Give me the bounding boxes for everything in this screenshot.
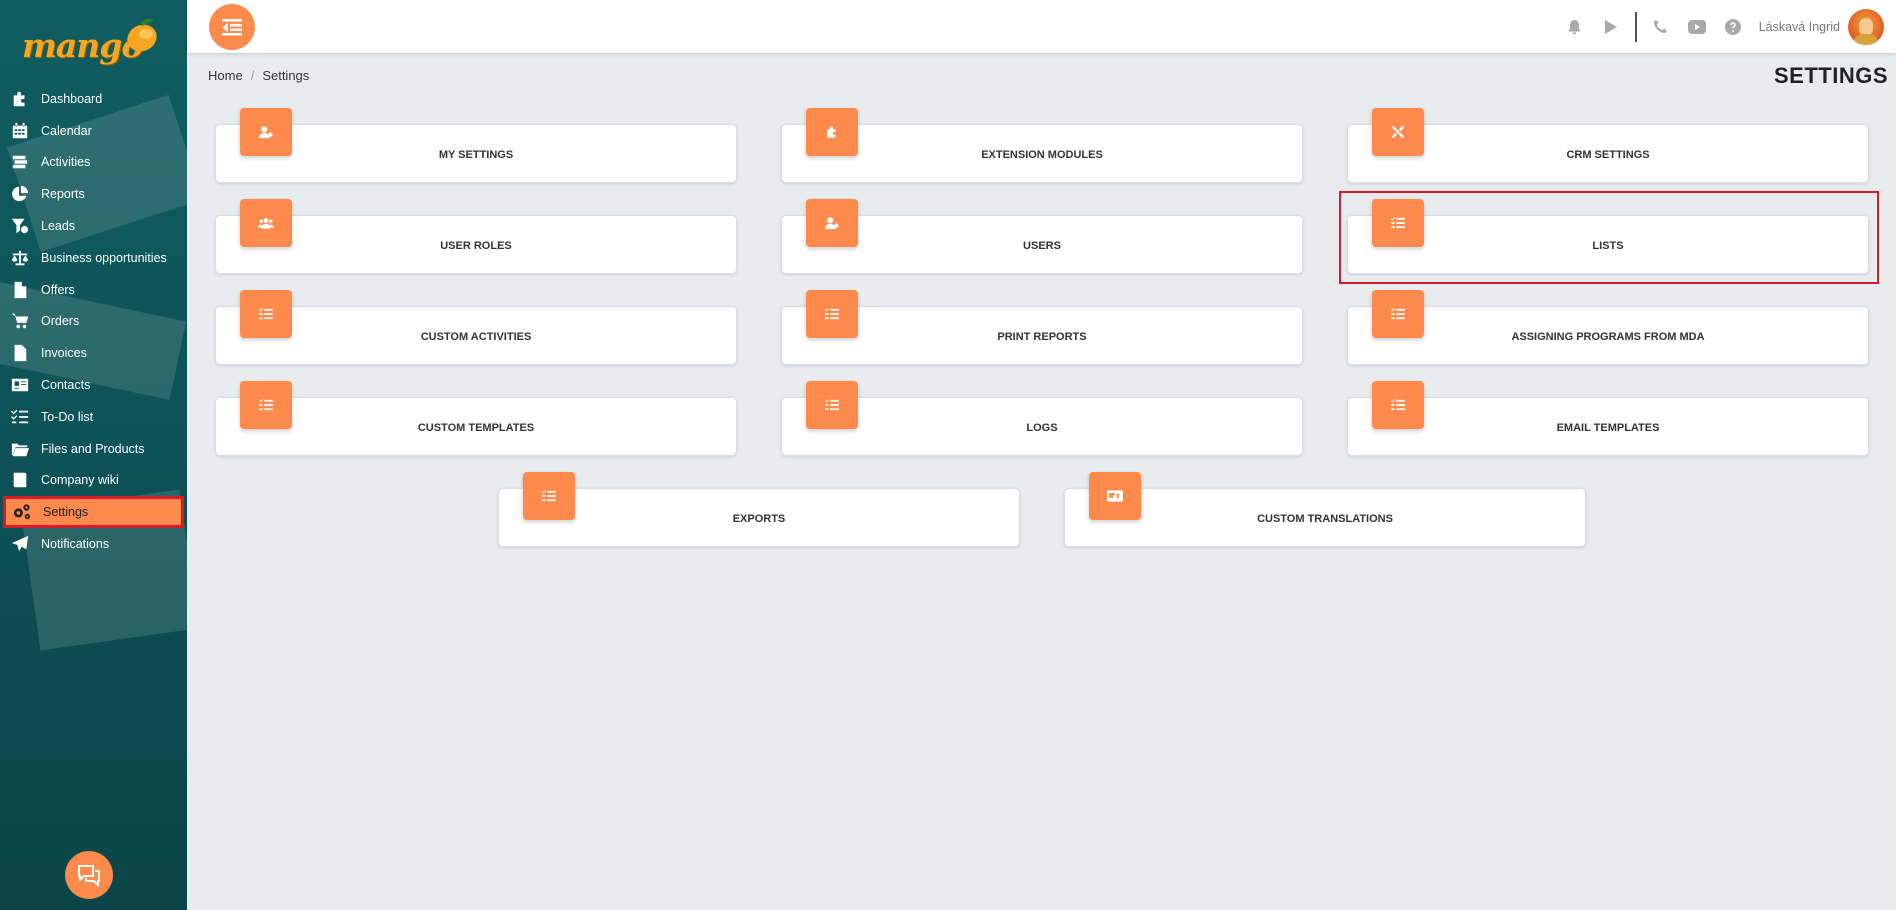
sidebar-item-label: Leads [41,219,76,234]
avatar-body [1854,33,1878,45]
funnel-icon [10,216,30,236]
checklist-icon [10,407,30,427]
chat-bubbles-icon [78,865,100,887]
sidebar-item-files-and-products[interactable]: Files and Products [0,433,187,465]
card-label: CUSTOM TEMPLATES [417,421,535,434]
sidebar-item-label: Reports [41,187,85,202]
card-label: USERS [1023,239,1061,252]
lists-highlight-frame [1339,191,1879,284]
gears-icon [12,502,32,522]
card-email-templates[interactable]: EMAIL TEMPLATES [1347,381,1869,456]
sidebar-item-label: Invoices [41,346,87,361]
sidebar-item-notifications[interactable]: Notifications [0,528,187,560]
card-custom-templates[interactable]: CUSTOM TEMPLATES [215,381,737,456]
avatar[interactable] [1848,8,1884,45]
sidebar-item-activities[interactable]: Activities [0,147,187,179]
sidebar-item-to-do-list[interactable]: To-Do list [0,401,187,433]
paper-plane-icon [10,534,30,554]
sidebar-item-label: Business opportunities [41,250,167,265]
breadcrumb-current: Settings [262,68,310,83]
scales-icon [10,248,30,268]
sidebar-item-leads[interactable]: Leads [0,210,187,242]
divider [1634,11,1637,42]
card-users[interactable]: USERS [781,199,1303,274]
sidebar-item-label: Files and Products [41,441,145,456]
sidebar-item-label: To-Do list [41,409,94,424]
card-label: PRINT REPORTS [997,330,1087,343]
user-name[interactable]: Láskavá Ingrid [1759,20,1840,34]
sidebar-toggle-button[interactable] [209,4,255,50]
card-label: EXTENSION MODULES [981,148,1103,161]
card-exports[interactable]: EXPORTS [498,472,1020,547]
sidebar-item-label: Notifications [41,537,110,552]
folder-icon [10,439,30,459]
card-label: MY SETTINGS [438,148,514,161]
sidebar-item-orders[interactable]: Orders [0,306,187,338]
breadcrumb-separator: / [250,68,255,83]
breadcrumb-home[interactable]: Home [208,68,243,83]
card-user-roles[interactable]: USER ROLES [215,199,737,274]
card-label: USER ROLES [440,239,512,252]
card-label: CRM SETTINGS [1566,148,1650,161]
activities-icon [10,152,30,172]
card-custom-activities[interactable]: CUSTOM ACTIVITIES [215,290,737,365]
card-label: EXPORTS [732,512,786,525]
card-assigning-programs-from-mda[interactable]: ASSIGNING PROGRAMS FROM MDA [1347,290,1869,365]
help-icon[interactable] [1723,17,1743,37]
card-label: LOGS [1026,421,1058,434]
card-label: CUSTOM ACTIVITIES [420,330,532,343]
cart-icon [10,311,30,331]
sidebar-item-label: Contacts [41,378,91,393]
sidebar-item-offers[interactable]: Offers [0,274,187,306]
card-extension-modules[interactable]: EXTENSION MODULES [781,108,1303,183]
invoice-icon [10,343,30,363]
youtube-icon[interactable] [1687,17,1707,37]
book-icon [10,470,30,490]
mango-logo[interactable]: mango [20,12,165,65]
sidebar-item-settings[interactable]: Settings [3,496,184,529]
sidebar-item-invoices[interactable]: Invoices [0,337,187,369]
sidebar-item-calendar[interactable]: Calendar [0,115,187,147]
card-label: ASSIGNING PROGRAMS FROM MDA [1511,330,1705,343]
sidebar-item-label: Activities [41,155,91,170]
topbar-actions: Láskavá Ingrid [1557,0,1896,53]
topbar: Láskavá Ingrid [187,0,1896,53]
sidebar-item-reports[interactable]: Reports [0,178,187,210]
chat-button[interactable] [65,851,113,899]
card-my-settings[interactable]: MY SETTINGS [215,108,737,183]
sidebar-item-label: Orders [41,314,80,329]
sidebar-item-label: Calendar [41,123,92,138]
card-label: CUSTOM TRANSLATIONS [1257,512,1393,525]
sidebar: mango Dashboard Calendar Activities Repo… [0,0,187,910]
sidebar-item-contacts[interactable]: Contacts [0,369,187,401]
sidebar-item-company-wiki[interactable]: Company wiki [0,465,187,497]
card-custom-translations[interactable]: CUSTOM TRANSLATIONS [1064,472,1586,547]
play-icon[interactable] [1601,17,1621,37]
card-label: EMAIL TEMPLATES [1556,421,1660,434]
card-logs[interactable]: LOGS [781,381,1303,456]
document-icon [10,280,30,300]
calendar-icon [10,121,30,141]
card-crm-settings[interactable]: CRM SETTINGS [1347,108,1869,183]
sidebar-item-label: Settings [43,505,89,520]
bell-icon[interactable] [1565,17,1585,37]
mango-fruit-icon [127,18,157,52]
sidebar-item-business-opportunities[interactable]: Business opportunities [0,242,187,274]
page-title: SETTINGS [1773,63,1888,88]
puzzle-icon [10,89,30,109]
sidebar-item-label: Offers [41,282,75,297]
contact-card-icon [10,375,30,395]
sidebar-nav: Dashboard Calendar Activities Reports Le… [0,83,187,560]
sidebar-item-dashboard[interactable]: Dashboard [0,83,187,115]
pie-chart-icon [10,184,30,204]
phone-icon[interactable] [1651,17,1671,37]
card-print-reports[interactable]: PRINT REPORTS [781,290,1303,365]
sidebar-item-label: Dashboard [41,91,103,106]
breadcrumb: Home / Settings [208,68,309,83]
indent-icon [222,19,242,36]
avatar-face [1859,17,1873,36]
sidebar-item-label: Company wiki [41,473,119,488]
